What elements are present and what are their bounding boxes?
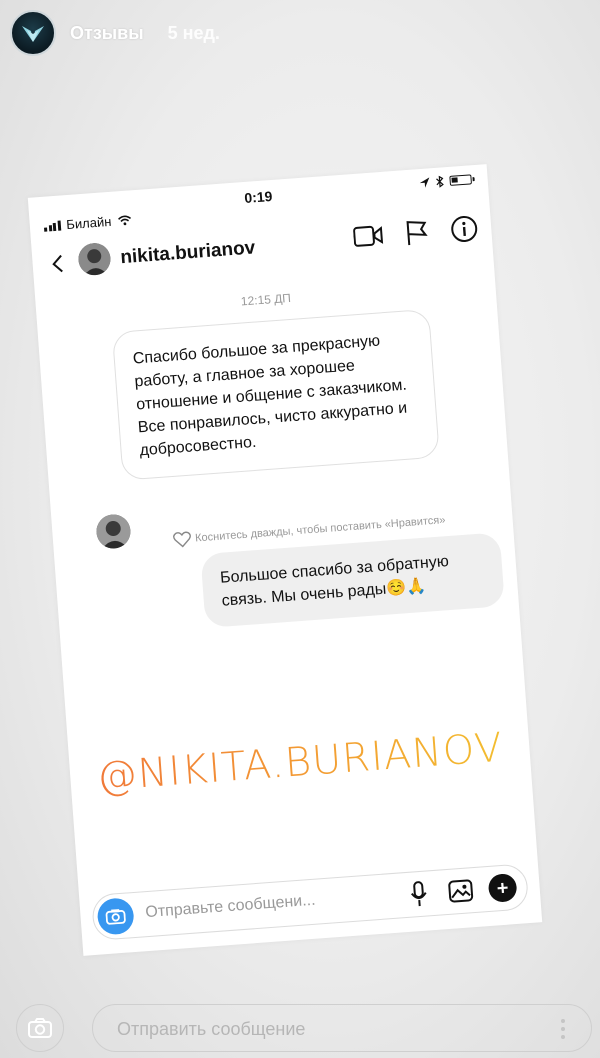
bluetooth-icon — [436, 175, 444, 188]
header-actions — [352, 213, 480, 252]
outgoing-message-bubble[interactable]: Большое спасибо за обратную связь. Мы оч… — [200, 532, 505, 628]
story-time-ago: 5 нед. — [167, 22, 220, 43]
location-icon — [419, 177, 430, 188]
signal-icon — [43, 220, 61, 232]
composer-camera-button[interactable] — [96, 897, 135, 936]
composer-input[interactable]: Отправьте сообщени... — [145, 892, 316, 922]
story-reply-placeholder: Отправить сообщение — [117, 1019, 306, 1039]
more-options-icon[interactable] — [561, 1019, 565, 1039]
wifi-icon — [117, 215, 131, 226]
add-button[interactable] — [487, 872, 518, 903]
story-camera-button[interactable] — [16, 1004, 64, 1052]
composer-actions — [404, 872, 518, 909]
chat-username[interactable]: nikita.burianov — [120, 237, 256, 269]
story-title[interactable]: Отзывы — [70, 23, 144, 44]
story-avatar[interactable] — [10, 10, 56, 56]
story-reply-input[interactable]: Отправить сообщение — [92, 1004, 592, 1052]
dm-screenshot: Билайн 0:19 nikita.burianov 12:15 ДП Спа… — [27, 164, 543, 956]
gallery-icon[interactable] — [446, 876, 476, 906]
microphone-icon[interactable] — [404, 879, 434, 909]
heart-icon[interactable] — [173, 531, 192, 548]
story-header: Отзывы 5 нед. — [10, 10, 220, 56]
plus-icon — [497, 882, 508, 894]
logo-wings-icon — [22, 26, 44, 42]
video-call-icon[interactable] — [352, 220, 384, 252]
info-icon[interactable] — [448, 213, 480, 245]
story-footer: Отправить сообщение — [0, 996, 600, 1058]
camera-icon — [105, 909, 126, 925]
camera-icon — [28, 1018, 52, 1038]
sender-avatar[interactable] — [95, 513, 132, 550]
flag-icon[interactable] — [400, 216, 432, 248]
back-chevron-icon[interactable] — [46, 251, 72, 277]
username-watermark: @NIKITA.BURIANOV — [69, 723, 531, 803]
battery-icon — [449, 174, 472, 186]
incoming-message-bubble[interactable]: Спасибо большое за прекрасную работу, а … — [111, 308, 440, 481]
header-avatar[interactable] — [77, 242, 112, 277]
